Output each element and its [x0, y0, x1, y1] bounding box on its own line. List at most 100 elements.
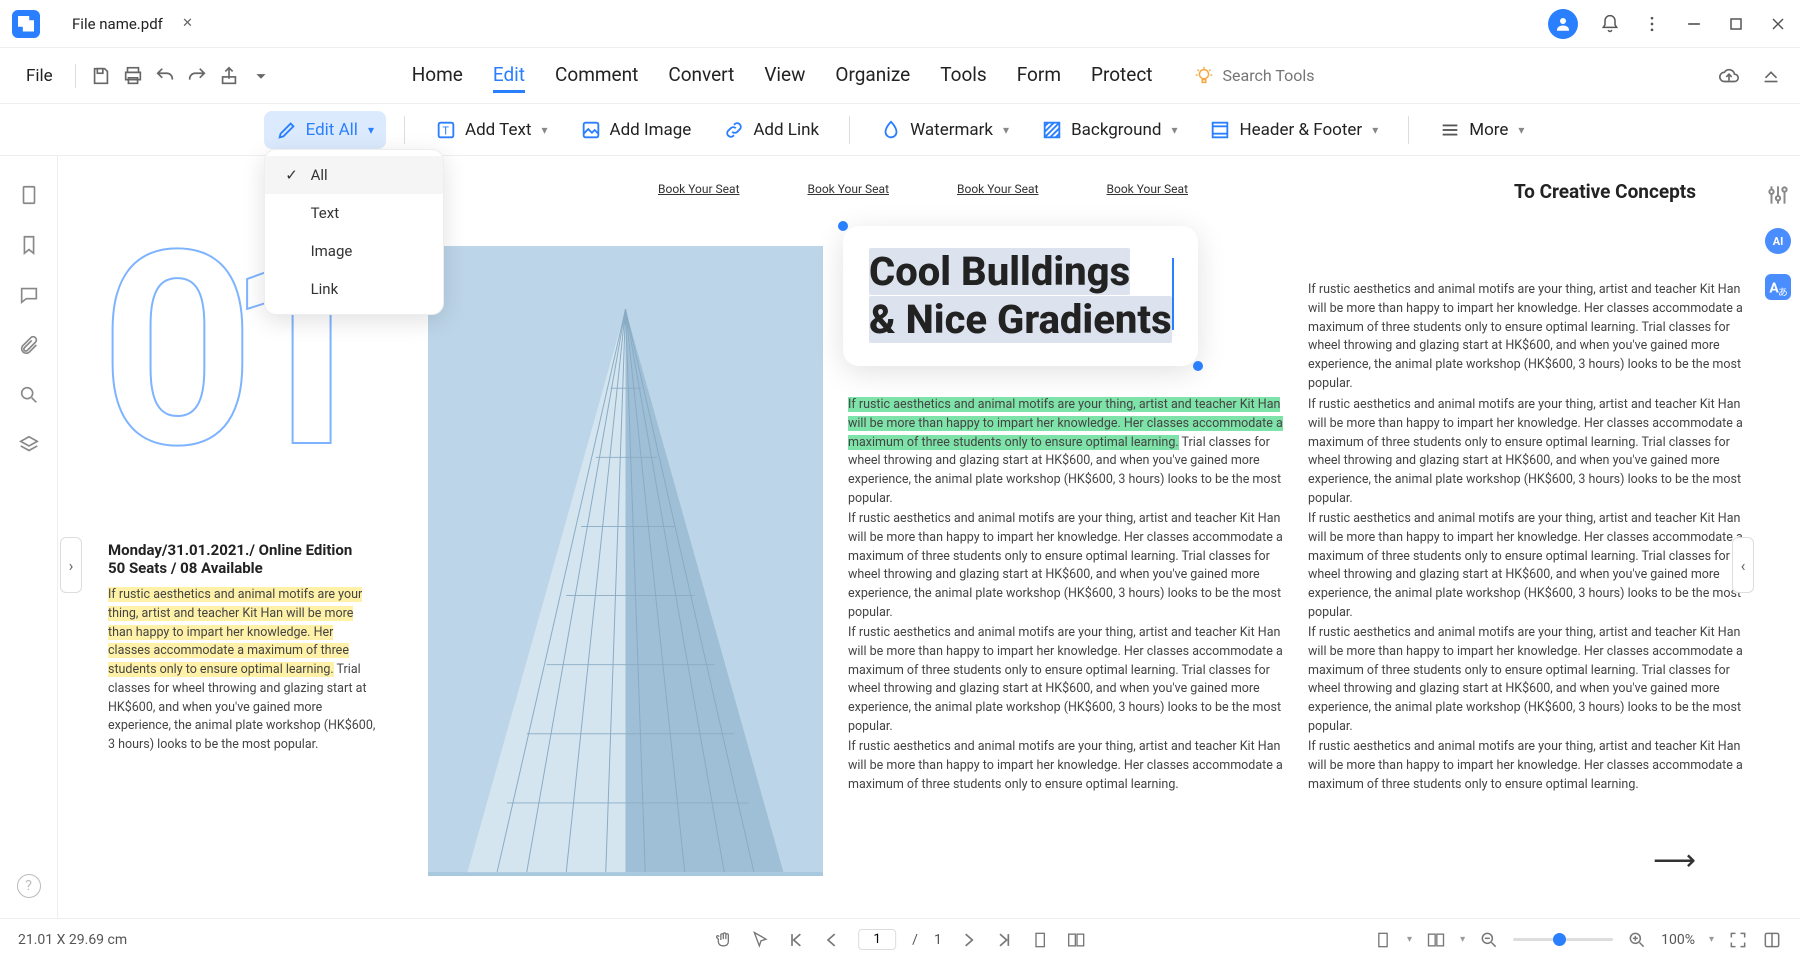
- menubar: File Home Edit Comment Convert View Orga…: [0, 48, 1800, 104]
- building-image[interactable]: [428, 246, 823, 876]
- expand-right-panel[interactable]: ‹: [1732, 537, 1754, 593]
- text-icon: T: [435, 119, 457, 141]
- book-link[interactable]: Book Your Seat: [957, 182, 1039, 196]
- add-link-button[interactable]: Add Link: [711, 111, 831, 149]
- main-tabs: Home Edit Comment Convert View Organize …: [412, 59, 1153, 93]
- bell-icon[interactable]: [1600, 14, 1620, 34]
- redo-icon[interactable]: [186, 65, 208, 87]
- more-button[interactable]: More▾: [1427, 111, 1536, 149]
- collapse-ribbon-icon[interactable]: [1760, 65, 1782, 87]
- search-tools-input[interactable]: [1223, 66, 1426, 85]
- share-icon[interactable]: [218, 65, 240, 87]
- tab-convert[interactable]: Convert: [668, 59, 734, 93]
- check-icon: ✓: [283, 166, 301, 184]
- zoom-value: 100%: [1661, 932, 1695, 948]
- tab-form[interactable]: Form: [1017, 59, 1061, 93]
- close-window-icon[interactable]: [1768, 14, 1788, 34]
- save-icon[interactable]: [90, 65, 112, 87]
- close-tab-icon[interactable]: ✕: [182, 16, 193, 31]
- book-link[interactable]: Book Your Seat: [1107, 182, 1189, 196]
- bookmarks-icon[interactable]: [18, 234, 40, 256]
- edit-all-label: Edit All: [306, 120, 358, 140]
- zoom-slider[interactable]: [1513, 938, 1613, 941]
- col2-para4[interactable]: If rustic aesthetics and animal motifs a…: [1308, 624, 1748, 737]
- kebab-menu-icon[interactable]: [1642, 14, 1662, 34]
- tab-comment[interactable]: Comment: [555, 59, 638, 93]
- search-icon[interactable]: [18, 384, 40, 406]
- file-menu[interactable]: File: [18, 62, 61, 90]
- book-link[interactable]: Book Your Seat: [808, 182, 890, 196]
- col2-para5[interactable]: If rustic aesthetics and animal motifs a…: [1308, 738, 1748, 794]
- watermark-button[interactable]: Watermark▾: [868, 111, 1021, 149]
- page-dimensions: 21.01 X 29.69 cm: [18, 932, 127, 948]
- last-page-icon[interactable]: [994, 930, 1014, 950]
- tab-organize[interactable]: Organize: [835, 59, 910, 93]
- more-quick-icon[interactable]: [250, 65, 272, 87]
- translate-icon[interactable]: Aあ: [1765, 274, 1791, 300]
- hand-tool-icon[interactable]: [714, 930, 734, 950]
- tab-tools[interactable]: Tools: [940, 59, 987, 93]
- minimize-icon[interactable]: [1684, 14, 1704, 34]
- undo-icon[interactable]: [154, 65, 176, 87]
- col2-para1[interactable]: If rustic aesthetics and animal motifs a…: [1308, 281, 1748, 394]
- page-input[interactable]: [858, 929, 896, 950]
- svg-text:あ: あ: [1778, 287, 1788, 299]
- col1-para3[interactable]: If rustic aesthetics and animal motifs a…: [848, 624, 1288, 737]
- layers-icon[interactable]: [18, 434, 40, 456]
- headline-selection[interactable]: Cool Bulldings& Nice Gradients: [843, 226, 1198, 366]
- properties-icon[interactable]: [1765, 182, 1791, 208]
- watermark-label: Watermark: [910, 120, 993, 140]
- maximize-icon[interactable]: [1726, 14, 1746, 34]
- col1-para1[interactable]: If rustic aesthetics and animal motifs a…: [848, 396, 1288, 509]
- fit-page-icon[interactable]: [1426, 930, 1446, 950]
- header-footer-button[interactable]: Header & Footer▾: [1197, 111, 1390, 149]
- dropdown-item-all[interactable]: ✓All: [265, 156, 443, 194]
- dropdown-item-image[interactable]: Image: [265, 232, 443, 270]
- user-avatar[interactable]: [1548, 9, 1578, 39]
- selection-handle[interactable]: [838, 221, 848, 231]
- col2-para3[interactable]: If rustic aesthetics and animal motifs a…: [1308, 510, 1748, 623]
- attachments-icon[interactable]: [18, 334, 40, 356]
- selection-handle[interactable]: [1193, 361, 1203, 371]
- first-page-icon[interactable]: [786, 930, 806, 950]
- highlight-yellow: If rustic aesthetics and animal motifs a…: [108, 587, 362, 677]
- edit-all-button[interactable]: Edit All ▾ ✓All Text Image Link: [264, 111, 386, 149]
- divider: [849, 116, 850, 144]
- zoom-out-icon[interactable]: [1479, 930, 1499, 950]
- zoom-thumb[interactable]: [1553, 933, 1566, 946]
- prev-page-icon[interactable]: [822, 930, 842, 950]
- reading-mode-icon[interactable]: [1762, 930, 1782, 950]
- dropdown-item-text[interactable]: Text: [265, 194, 443, 232]
- search-tools[interactable]: [1193, 65, 1426, 87]
- fullscreen-icon[interactable]: [1728, 930, 1748, 950]
- help-icon[interactable]: ?: [17, 874, 41, 898]
- col1-para4[interactable]: If rustic aesthetics and animal motifs a…: [848, 738, 1288, 794]
- add-text-button[interactable]: T Add Text▾: [423, 111, 560, 149]
- fit-width-icon[interactable]: [1373, 930, 1393, 950]
- col2-para2[interactable]: If rustic aesthetics and animal motifs a…: [1308, 396, 1748, 509]
- expand-left-panel[interactable]: ›: [60, 537, 82, 593]
- next-page-icon[interactable]: [958, 930, 978, 950]
- background-icon: [1041, 119, 1063, 141]
- book-link[interactable]: Book Your Seat: [658, 182, 740, 196]
- thumbnails-icon[interactable]: [18, 184, 40, 206]
- two-page-icon[interactable]: [1066, 930, 1086, 950]
- add-image-button[interactable]: Add Image: [568, 111, 704, 149]
- dropdown-item-link[interactable]: Link: [265, 270, 443, 308]
- next-arrow-icon[interactable]: ⟶: [1653, 843, 1696, 878]
- col1-para2[interactable]: If rustic aesthetics and animal motifs a…: [848, 510, 1288, 623]
- single-page-icon[interactable]: [1030, 930, 1050, 950]
- ai-assistant-icon[interactable]: AI: [1765, 228, 1791, 254]
- print-icon[interactable]: [122, 65, 144, 87]
- cloud-upload-icon[interactable]: [1718, 65, 1740, 87]
- comments-icon[interactable]: [18, 284, 40, 306]
- tab-edit[interactable]: Edit: [493, 59, 525, 93]
- tab-protect[interactable]: Protect: [1091, 59, 1153, 93]
- select-tool-icon[interactable]: [750, 930, 770, 950]
- left-paragraph[interactable]: If rustic aesthetics and animal motifs a…: [108, 586, 378, 755]
- tab-view[interactable]: View: [764, 59, 805, 93]
- file-tab[interactable]: File name.pdf ✕: [54, 9, 203, 39]
- zoom-in-icon[interactable]: [1627, 930, 1647, 950]
- tab-home[interactable]: Home: [412, 59, 463, 93]
- background-button[interactable]: Background▾: [1029, 111, 1189, 149]
